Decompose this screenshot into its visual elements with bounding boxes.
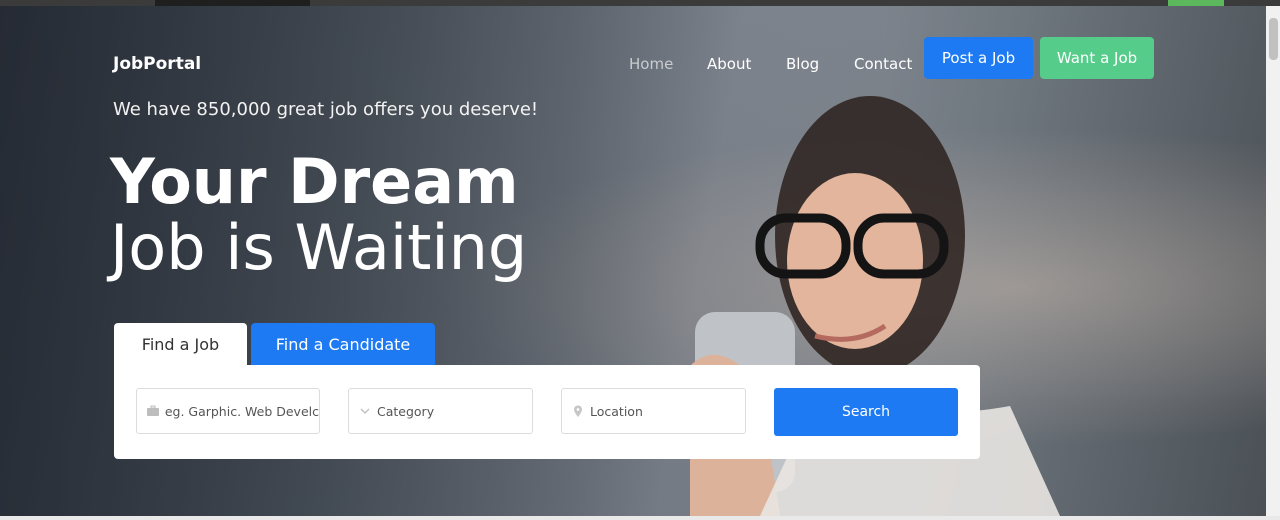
category-select[interactable]: Category xyxy=(348,388,533,434)
category-placeholder: Category xyxy=(377,403,435,419)
search-button[interactable]: Search xyxy=(774,388,958,436)
hero-tagline: We have 850,000 great job offers you des… xyxy=(113,99,539,120)
nav-contact[interactable]: Contact xyxy=(854,55,912,73)
hero-section: JobPortal Home About Blog Contact Post a… xyxy=(0,6,1266,516)
tab-find-candidate[interactable]: Find a Candidate xyxy=(251,323,435,365)
hero-headline-bold: Your Dream xyxy=(110,145,519,218)
browser-top-strip xyxy=(0,0,1280,6)
nav-blog[interactable]: Blog xyxy=(786,55,819,73)
nav-home[interactable]: Home xyxy=(629,55,673,73)
search-panel: eg. Garphic. Web Develc Category Locatio… xyxy=(114,365,980,459)
nav-about[interactable]: About xyxy=(707,55,751,73)
map-pin-icon xyxy=(570,405,586,418)
scrollbar-thumb[interactable] xyxy=(1269,18,1278,60)
chevron-down-icon xyxy=(357,408,373,414)
keyword-placeholder: eg. Garphic. Web Develc xyxy=(164,403,319,419)
location-input[interactable]: Location xyxy=(561,388,746,434)
briefcase-icon xyxy=(145,405,161,417)
keyword-input[interactable]: eg. Garphic. Web Develc xyxy=(136,388,320,434)
page-bottom-edge xyxy=(0,516,1280,520)
tab-find-job[interactable]: Find a Job xyxy=(114,323,247,365)
location-placeholder: Location xyxy=(590,403,643,419)
want-job-button[interactable]: Want a Job xyxy=(1040,37,1154,79)
hero-headline-light: Job is Waiting xyxy=(110,211,528,284)
page-scrollbar[interactable] xyxy=(1266,6,1280,516)
post-job-button[interactable]: Post a Job xyxy=(924,37,1033,79)
site-logo[interactable]: JobPortal xyxy=(113,54,201,74)
